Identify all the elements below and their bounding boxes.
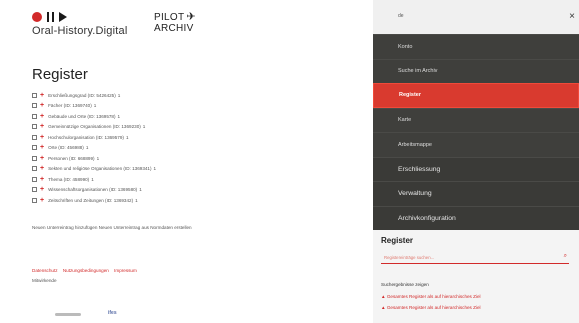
register-count: 1: [139, 187, 142, 193]
brand-name: Oral-History.Digital: [32, 25, 128, 37]
register-search-input[interactable]: Registereinträge suchen... ⌕: [381, 252, 569, 264]
sidebar-header: de ×: [373, 0, 579, 34]
register-item[interactable]: + Hochschulorganisation (ID: 1369579) 1: [32, 132, 156, 143]
register-label[interactable]: Gemeinnützige Organisationen (ID: 136923…: [48, 124, 141, 129]
register-checkbox[interactable]: [32, 124, 37, 130]
register-item[interactable]: + Wissenschaftsorganisationen (ID: 136958…: [32, 185, 156, 196]
collapse-register-label: Gesamtes Register als auf hierarchisches…: [386, 305, 481, 310]
register-count: 1: [125, 134, 129, 140]
page-title: Register: [32, 66, 88, 83]
collapse-register-link[interactable]: ▲ Gesamtes Register als auf hierarchisch…: [381, 305, 481, 310]
register-checkbox[interactable]: [32, 134, 37, 140]
nav-section-archivkonfiguration[interactable]: Archivkonfiguration: [373, 205, 579, 230]
brand-logo[interactable]: Oral-History.Digital: [32, 11, 127, 37]
nav-section-erschliessung[interactable]: Erschliessung: [373, 156, 579, 181]
logo-icons: [32, 11, 127, 23]
nav-item-karte[interactable]: Karte: [373, 107, 579, 132]
register-label[interactable]: Orte (ID: 456988): [48, 145, 84, 150]
register-label[interactable]: Thema (ID: 458990): [48, 177, 89, 182]
register-label[interactable]: Sekten und religiöse Organisationen (ID:…: [48, 166, 151, 171]
register-count: 1: [96, 155, 100, 161]
expand-icon[interactable]: +: [40, 176, 44, 183]
register-count: 1: [142, 124, 146, 130]
register-checkbox[interactable]: [32, 145, 37, 151]
archive-label: ARCHIV: [154, 23, 194, 34]
partner-logo-1[interactable]: [55, 313, 81, 316]
sidebar: de × Konto Suche im Archiv Register Karte Ar…: [373, 0, 579, 323]
register-checkbox[interactable]: [32, 92, 37, 98]
nav-item-register[interactable]: Register: [373, 83, 579, 108]
register-list: + Erschließungsgrad (ID: 5426425) 1 + Fächer…: [32, 90, 156, 206]
register-checkbox[interactable]: [32, 176, 37, 182]
register-panel: Register Registereinträge suchen... ⌕ Su…: [373, 230, 579, 323]
expand-icon[interactable]: +: [40, 134, 44, 141]
register-checkbox[interactable]: [32, 187, 37, 193]
register-count: 1: [117, 113, 121, 119]
nav-item-suche-im-archiv[interactable]: Suche im Archiv: [373, 58, 579, 83]
register-label[interactable]: Zeitschriften und Zeitungen (ID: 1369342…: [48, 198, 133, 203]
register-item[interactable]: + Fächer (ID: 1369740) 1: [32, 101, 156, 112]
register-count: 1: [91, 176, 94, 182]
register-label[interactable]: Wissenschaftsorganisationen (ID: 1369580…: [48, 187, 137, 192]
main-content: Oral-History.Digital PILOT ✈ ARCHIV Regis…: [0, 0, 373, 323]
footer-link-imprint[interactable]: Impressum: [114, 268, 137, 273]
search-icon[interactable]: ⌕: [564, 253, 567, 260]
show-results-label: Suchergebnisse zeigen: [381, 282, 429, 287]
expand-icon[interactable]: +: [40, 113, 44, 120]
register-item[interactable]: + Erschließungsgrad (ID: 5426425) 1: [32, 90, 156, 101]
register-search-placeholder: Registereinträge suchen...: [384, 255, 435, 260]
register-item[interactable]: + Gebäude und Orte (ID: 1369578) 1: [32, 111, 156, 122]
register-count: 1: [93, 103, 97, 109]
play-icon: [59, 12, 67, 22]
footer-link-privacy[interactable]: Datenschutz: [32, 268, 58, 273]
pilot-label: PILOT: [154, 12, 185, 23]
pilot-archive-badge: PILOT ✈ ARCHIV: [154, 11, 196, 35]
register-checkbox[interactable]: [32, 103, 37, 109]
register-count: 1: [135, 197, 138, 203]
footer-link-terms[interactable]: Nutzungsbedingungen: [63, 268, 109, 273]
register-item[interactable]: + Sekten und religiöse Organisationen (ID…: [32, 164, 156, 175]
register-label[interactable]: Gebäude und Orte (ID: 1369578): [48, 114, 115, 119]
register-item[interactable]: + Orte (ID: 456988) 1: [32, 143, 156, 154]
new-entry-links[interactable]: Neuen Unterreintrag hinzufügen Neuen Unt…: [32, 225, 192, 230]
expand-icon[interactable]: +: [40, 197, 44, 204]
expand-icon[interactable]: +: [40, 155, 44, 162]
register-count: 1: [117, 92, 121, 98]
register-item[interactable]: + Personen (ID: 668899) 1: [32, 153, 156, 164]
register-count: 1: [85, 145, 89, 151]
register-panel-title: Register: [381, 236, 414, 245]
register-item[interactable]: + Zeitschriften und Zeitungen (ID: 136934…: [32, 195, 156, 206]
expand-icon[interactable]: +: [40, 186, 44, 193]
pause-icon: [47, 12, 54, 22]
expand-icon[interactable]: +: [40, 123, 44, 130]
sidebar-nav: Konto Suche im Archiv Register Karte Arbeits…: [373, 34, 579, 230]
expand-register-label: Gesamtes Register als auf hierarchisches…: [386, 294, 481, 299]
register-label[interactable]: Fächer (ID: 1369740): [48, 103, 92, 108]
footer-contributors[interactable]: Mitwirkende: [32, 278, 57, 283]
register-item[interactable]: + Thema (ID: 458990) 1: [32, 174, 156, 185]
register-label[interactable]: Erschließungsgrad (ID: 5426425): [48, 93, 116, 98]
nav-item-arbeitsmappe[interactable]: Arbeitsmappe: [373, 132, 579, 157]
register-checkbox[interactable]: [32, 113, 37, 119]
nav-item-konto[interactable]: Konto: [373, 34, 579, 59]
register-checkbox[interactable]: [32, 197, 37, 203]
language-selector[interactable]: de: [398, 13, 404, 19]
register-checkbox[interactable]: [32, 155, 37, 161]
register-count: 1: [153, 166, 157, 172]
expand-icon[interactable]: +: [40, 92, 44, 99]
register-label[interactable]: Personen (ID: 668899): [48, 156, 94, 161]
expand-icon[interactable]: +: [40, 102, 44, 109]
partner-logo-2[interactable]: ifes: [108, 310, 117, 316]
register-label[interactable]: Hochschulorganisation (ID: 1369579): [48, 135, 124, 140]
expand-register-link[interactable]: ▲ Gesamtes Register als auf hierarchisch…: [381, 294, 481, 299]
footer-links: Datenschutz Nutzungsbedingungen Impressu…: [32, 268, 141, 273]
register-item[interactable]: + Gemeinnützige Organisationen (ID: 13692…: [32, 122, 156, 133]
expand-icon[interactable]: +: [40, 165, 44, 172]
record-icon: [32, 12, 42, 22]
airplane-icon: ✈: [186, 11, 196, 23]
close-icon[interactable]: ×: [569, 11, 575, 22]
nav-section-verwaltung[interactable]: Verwaltung: [373, 181, 579, 206]
register-checkbox[interactable]: [32, 166, 37, 172]
expand-icon[interactable]: +: [40, 144, 44, 151]
